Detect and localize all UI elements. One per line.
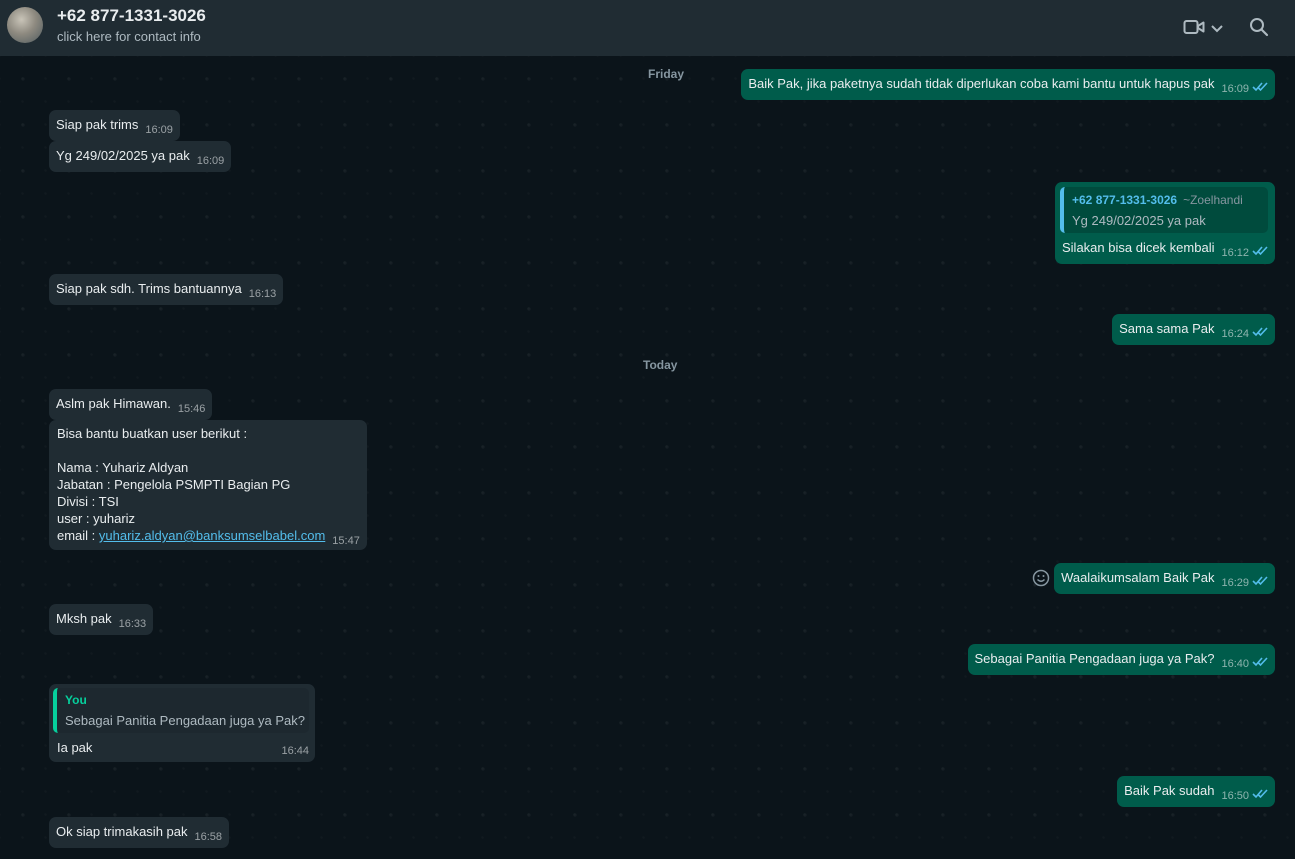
- chevron-down-icon[interactable]: [1210, 22, 1224, 37]
- message-text: Ok siap trimakasih pak: [56, 824, 188, 839]
- message-time: 16:09: [145, 124, 173, 136]
- emoji-reaction-icon[interactable]: [1032, 569, 1050, 590]
- chat-header: +62 877-1331-3026 click here for contact…: [0, 0, 1295, 56]
- message-incoming[interactable]: Siap pak trims 16:09: [49, 110, 180, 141]
- message-line: user : yuhariz: [57, 511, 136, 526]
- message-text: Sama sama Pak: [1119, 321, 1215, 336]
- video-call-icon[interactable]: [1183, 18, 1205, 39]
- message-line: Nama : Yuhariz Aldyan: [57, 460, 189, 475]
- quote-pushname: ~Zoelhandi: [1183, 193, 1243, 207]
- message-time: 15:46: [177, 403, 206, 415]
- message-time: 16:29: [1221, 577, 1249, 589]
- message-time: 16:09: [196, 155, 225, 167]
- read-ticks-icon: [1252, 79, 1268, 96]
- read-ticks-icon: [1252, 324, 1268, 341]
- chat-area[interactable]: Friday Baik Pak, jika paketnya sudah tid…: [0, 56, 1295, 859]
- read-ticks-icon: [1252, 243, 1268, 260]
- date-chip-friday: Friday: [648, 67, 685, 81]
- message-text: Sebagai Panitia Pengadaan juga ya Pak?: [974, 651, 1215, 666]
- message-time: 16:33: [118, 618, 147, 630]
- message-text: Baik Pak, jika paketnya sudah tidak dipe…: [748, 76, 1215, 91]
- quote-text: Sebagai Panitia Pengadaan juga ya Pak?: [65, 713, 305, 728]
- message-text: Aslm pak Himawan.: [56, 396, 171, 411]
- message-incoming[interactable]: Aslm pak Himawan. 15:46: [49, 389, 213, 420]
- message-text: Baik Pak sudah: [1124, 783, 1215, 798]
- message-incoming-multiline[interactable]: Bisa bantu buatkan user berikut : Nama :…: [49, 420, 367, 550]
- read-ticks-icon: [1252, 786, 1268, 803]
- message-incoming-reply[interactable]: You Sebagai Panitia Pengadaan juga ya Pa…: [49, 684, 315, 762]
- message-text: Ia pak: [57, 740, 93, 755]
- message-text: Waalaikumsalam Baik Pak: [1061, 570, 1215, 585]
- avatar[interactable]: [7, 7, 43, 43]
- contact-name[interactable]: +62 877-1331-3026: [57, 6, 206, 26]
- message-time: 16:24: [1221, 328, 1249, 340]
- email-link[interactable]: yuhariz.aldyan@banksumselbabel.com: [99, 528, 325, 543]
- contact-info-link[interactable]: click here for contact info: [57, 29, 201, 44]
- message-time: 16:40: [1221, 658, 1249, 670]
- message-incoming[interactable]: Yg 249/02/2025 ya pak 16:09: [49, 141, 232, 172]
- quote-text: Yg 249/02/2025 ya pak: [1072, 213, 1206, 228]
- message-incoming[interactable]: Siap pak sdh. Trims bantuannya 16:13: [49, 274, 284, 305]
- message-incoming[interactable]: Ok siap trimakasih pak 16:58: [49, 817, 230, 848]
- read-ticks-icon: [1252, 573, 1268, 590]
- quote-author: You: [65, 693, 87, 707]
- message-line: Bisa bantu buatkan user berikut :: [57, 426, 248, 441]
- message-time: 16:50: [1221, 790, 1249, 802]
- quoted-message[interactable]: You Sebagai Panitia Pengadaan juga ya Pa…: [53, 688, 309, 733]
- message-text: Mksh pak: [56, 611, 112, 626]
- message-text: Yg 249/02/2025 ya pak: [56, 148, 190, 163]
- message-outgoing[interactable]: Baik Pak sudah 16:50: [1117, 776, 1275, 807]
- message-time: 16:09: [1221, 83, 1249, 95]
- message-incoming[interactable]: Mksh pak 16:33: [49, 604, 154, 635]
- date-chip-today: Today: [643, 358, 678, 372]
- message-time: 15:47: [332, 535, 360, 547]
- quoted-message[interactable]: +62 877-1331-3026 ~Zoelhandi Yg 249/02/20…: [1060, 187, 1268, 233]
- message-text: Siap pak sdh. Trims bantuannya: [56, 281, 242, 296]
- message-line: Jabatan : Pengelola PSMPTI Bagian PG: [57, 477, 291, 492]
- message-time: 16:58: [194, 831, 223, 843]
- message-outgoing[interactable]: Sebagai Panitia Pengadaan juga ya Pak? 16…: [967, 644, 1275, 675]
- email-label: email :: [57, 528, 99, 543]
- message-outgoing[interactable]: Baik Pak, jika paketnya sudah tidak dipe…: [741, 69, 1275, 100]
- search-icon[interactable]: [1249, 17, 1269, 40]
- message-text: Silakan bisa dicek kembali: [1062, 240, 1215, 255]
- message-line: Divisi : TSI: [57, 494, 119, 509]
- message-time: 16:12: [1221, 247, 1249, 259]
- message-text: Siap pak trims: [56, 117, 139, 132]
- message-outgoing-reply[interactable]: +62 877-1331-3026 ~Zoelhandi Yg 249/02/20…: [1055, 182, 1275, 264]
- message-time: 16:13: [248, 288, 277, 300]
- message-time: 16:44: [281, 745, 309, 757]
- message-outgoing[interactable]: Sama sama Pak 16:24: [1112, 314, 1275, 345]
- quote-author: +62 877-1331-3026: [1072, 193, 1178, 207]
- read-ticks-icon: [1252, 654, 1268, 671]
- message-outgoing[interactable]: Waalaikumsalam Baik Pak 16:29: [1054, 563, 1275, 594]
